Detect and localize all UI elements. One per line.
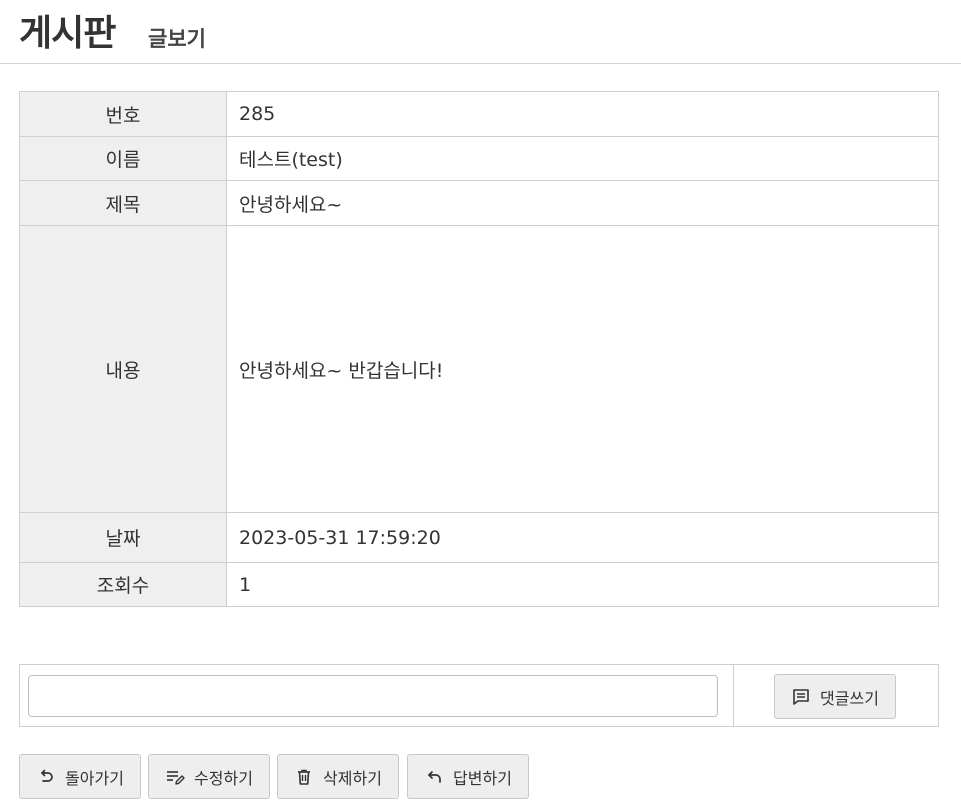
post-name-value: 테스트(test) [226, 136, 939, 181]
post-number-label: 번호 [19, 91, 227, 137]
post-row-subject: 제목 안녕하세요~ [19, 180, 939, 226]
delete-label: 삭제하기 [323, 768, 382, 788]
comment-icon [791, 687, 811, 707]
reply-label: 답변하기 [453, 768, 512, 788]
trash-icon [294, 767, 314, 787]
post-content-label: 내용 [19, 225, 227, 513]
delete-button[interactable]: 삭제하기 [277, 754, 399, 799]
post-subject-value: 안녕하세요~ [226, 180, 939, 226]
post-number-value: 285 [226, 91, 939, 137]
reply-button[interactable]: 답변하기 [407, 754, 529, 799]
post-name-label: 이름 [19, 136, 227, 181]
write-comment-button[interactable]: 댓글쓰기 [774, 674, 896, 719]
post-views-value: 1 [226, 562, 939, 607]
post-row-name: 이름 테스트(test) [19, 136, 939, 181]
page-title: 게시판 [19, 13, 116, 54]
edit-list-icon [165, 767, 185, 787]
post-detail-table: 번호 285 이름 테스트(test) 제목 안녕하세요~ 내용 안녕하세요~ … [19, 91, 939, 607]
back-button[interactable]: 돌아가기 [19, 754, 141, 799]
edit-button[interactable]: 수정하기 [148, 754, 270, 799]
post-date-value: 2023-05-31 17:59:20 [226, 512, 939, 563]
post-row-views: 조회수 1 [19, 562, 939, 607]
comment-divider [733, 665, 734, 726]
comment-input[interactable] [28, 675, 718, 717]
page-header: 게시판 글보기 [0, 0, 961, 64]
page-subtitle: 글보기 [148, 27, 206, 51]
post-row-content: 내용 안녕하세요~ 반갑습니다! [19, 225, 939, 513]
write-comment-label: 댓글쓰기 [820, 688, 879, 708]
post-content-value: 안녕하세요~ 반갑습니다! [226, 225, 939, 513]
post-row-date: 날짜 2023-05-31 17:59:20 [19, 512, 939, 563]
reply-icon [424, 767, 444, 787]
post-date-label: 날짜 [19, 512, 227, 563]
back-label: 돌아가기 [65, 768, 124, 788]
post-subject-label: 제목 [19, 180, 227, 226]
post-row-number: 번호 285 [19, 91, 939, 137]
undo-icon [36, 767, 56, 787]
edit-label: 수정하기 [194, 768, 253, 788]
post-views-label: 조회수 [19, 562, 227, 607]
